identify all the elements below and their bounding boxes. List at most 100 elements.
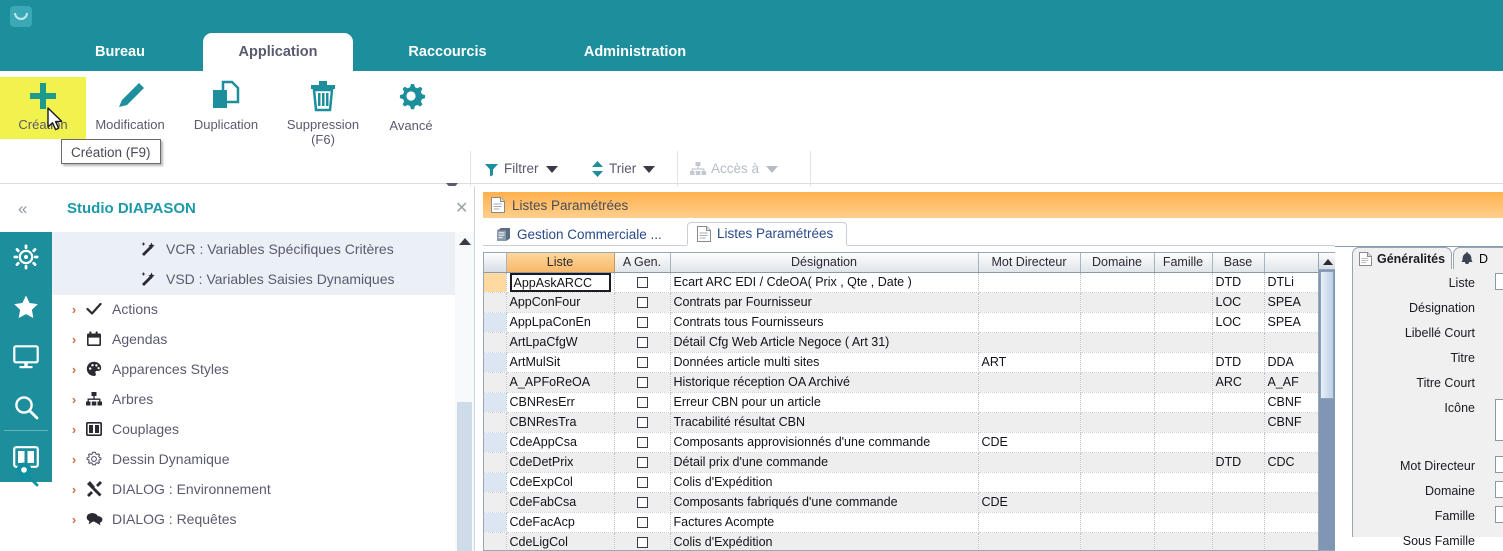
cell-a-gen[interactable] [614,412,670,432]
cell-ext[interactable] [1264,472,1318,492]
chevron-right-icon[interactable]: › [62,482,86,497]
row-selector-cell[interactable] [484,312,506,332]
acces-a-button[interactable]: Accès à [690,155,778,183]
table-row[interactable]: CdeLigColColis d'Expédition [484,532,1318,551]
cell-base[interactable]: LOC [1212,292,1264,312]
chevron-right-icon[interactable]: › [62,302,86,317]
table-row[interactable]: AppConFourContrats par FournisseurLOCSPE… [484,292,1318,312]
grid-header-domaine[interactable]: Domaine [1080,253,1154,272]
cell-ext[interactable]: SPEA [1264,312,1318,332]
cell-domaine[interactable] [1080,512,1154,532]
cell-mot-directeur[interactable]: ART [978,352,1080,372]
tree-item-dialog-requetes[interactable]: › DIALOG : Requêtes [52,504,455,534]
row-selector-cell[interactable] [484,532,506,551]
ribbon-tab-bureau[interactable]: Bureau [60,33,180,71]
cell-famille[interactable] [1154,392,1212,412]
cell-ext[interactable] [1264,492,1318,512]
table-row[interactable]: CdeAppCsaComposants approvisionnés d'une… [484,432,1318,452]
table-row[interactable]: AppLpaConEnContrats tous FournisseursLOC… [484,312,1318,332]
grid-header-ext[interactable] [1264,253,1318,272]
chevron-right-icon[interactable]: › [62,362,86,377]
cell-ext[interactable]: CBNF [1264,412,1318,432]
tree-item-actions[interactable]: › Actions [52,294,455,324]
cell-domaine[interactable] [1080,352,1154,372]
grid-header-corner[interactable] [484,253,506,272]
ribbon-tab-administration[interactable]: Administration [545,33,725,71]
cell-designation[interactable]: Tracabilité résultat CBN [670,412,978,432]
ribbon-tab-raccourcis[interactable]: Raccourcis [380,33,515,71]
cell-mot-directeur[interactable]: CDE [978,492,1080,512]
cell-base[interactable] [1212,392,1264,412]
grid-scroll-up-button[interactable] [1319,253,1335,270]
cell-designation[interactable]: Composants fabriqués d'une commande [670,492,978,512]
ribbon-tab-application[interactable]: Application [203,33,353,71]
row-selector-cell[interactable] [484,412,506,432]
chevron-right-icon[interactable]: › [62,452,86,467]
cell-mot-directeur[interactable] [978,472,1080,492]
tab-detail[interactable]: D [1453,247,1503,269]
cell-famille[interactable] [1154,432,1212,452]
cell-liste[interactable]: CdeDetPrix [506,452,614,472]
row-selector-cell[interactable] [484,512,506,532]
cell-liste[interactable]: AppAskARCC [506,272,614,292]
tree-item-apparences-styles[interactable]: › Apparences Styles [52,354,455,384]
table-row[interactable]: ArtLpaCfgWDétail Cfg Web Article Negoce … [484,332,1318,352]
rail-item-search[interactable] [0,382,52,432]
tree-scroll-up-icon[interactable] [459,238,471,245]
row-selector-cell[interactable] [484,372,506,392]
cell-mot-directeur[interactable] [978,272,1080,292]
field-input-domaine[interactable] [1495,481,1503,498]
grid-header-designation[interactable]: Désignation [670,253,978,272]
cell-a-gen[interactable] [614,352,670,372]
cell-mot-directeur[interactable] [978,532,1080,551]
cell-ext[interactable]: SPEA [1264,292,1318,312]
cell-a-gen[interactable] [614,532,670,551]
cell-a-gen[interactable] [614,492,670,512]
checkbox-a-gen[interactable] [637,317,648,328]
cell-mot-directeur[interactable] [978,412,1080,432]
avance-button[interactable]: Avancé [375,77,447,139]
cell-liste[interactable]: A_APFoReOA [506,372,614,392]
cell-domaine[interactable] [1080,392,1154,412]
checkbox-a-gen[interactable] [637,457,648,468]
filtrer-button[interactable]: Filtrer [484,155,558,183]
cell-a-gen[interactable] [614,512,670,532]
cell-base[interactable]: DTD [1212,452,1264,472]
cell-designation[interactable]: Colis d'Expédition [670,532,978,551]
grid-header-liste[interactable]: Liste [506,253,614,272]
cell-domaine[interactable] [1080,332,1154,352]
cell-editor[interactable]: AppAskARCC [510,273,611,292]
checkbox-a-gen[interactable] [637,497,648,508]
cell-liste[interactable]: CBNResTra [506,412,614,432]
tab-listes-parametrees[interactable]: Listes Paramétrées [687,222,847,246]
tree-item-arbres[interactable]: › Arbres [52,384,455,414]
cell-domaine[interactable] [1080,532,1154,551]
cell-famille[interactable] [1154,472,1212,492]
grid-vertical-scrollbar[interactable] [1318,252,1336,551]
chevron-right-icon[interactable]: › [62,512,86,527]
tree-scrollbar[interactable] [455,232,474,551]
cell-ext[interactable] [1264,512,1318,532]
checkbox-a-gen[interactable] [637,517,648,528]
cell-ext[interactable] [1264,432,1318,452]
checkbox-a-gen[interactable] [637,277,648,288]
tree-item-vcr[interactable]: VCR : Variables Spécifiques Critères [52,234,455,264]
row-selector-cell[interactable] [484,272,506,292]
cell-domaine[interactable] [1080,452,1154,472]
cell-base[interactable] [1212,332,1264,352]
cell-ext[interactable]: DDA [1264,352,1318,372]
grid-header-famille[interactable]: Famille [1154,253,1212,272]
rail-item-modules[interactable] [0,232,52,282]
checkbox-a-gen[interactable] [637,297,648,308]
chevron-right-icon[interactable]: › [62,392,86,407]
cell-domaine[interactable] [1080,472,1154,492]
checkbox-a-gen[interactable] [637,537,648,548]
cell-base[interactable]: DTD [1212,352,1264,372]
cell-mot-directeur[interactable] [978,452,1080,472]
cell-famille[interactable] [1154,372,1212,392]
cell-a-gen[interactable] [614,312,670,332]
listes-grid[interactable]: Liste A Gen. Désignation Mot Directeur D… [483,252,1318,551]
cell-famille[interactable] [1154,512,1212,532]
cell-mot-directeur[interactable] [978,512,1080,532]
chevron-right-icon[interactable]: › [62,332,86,347]
